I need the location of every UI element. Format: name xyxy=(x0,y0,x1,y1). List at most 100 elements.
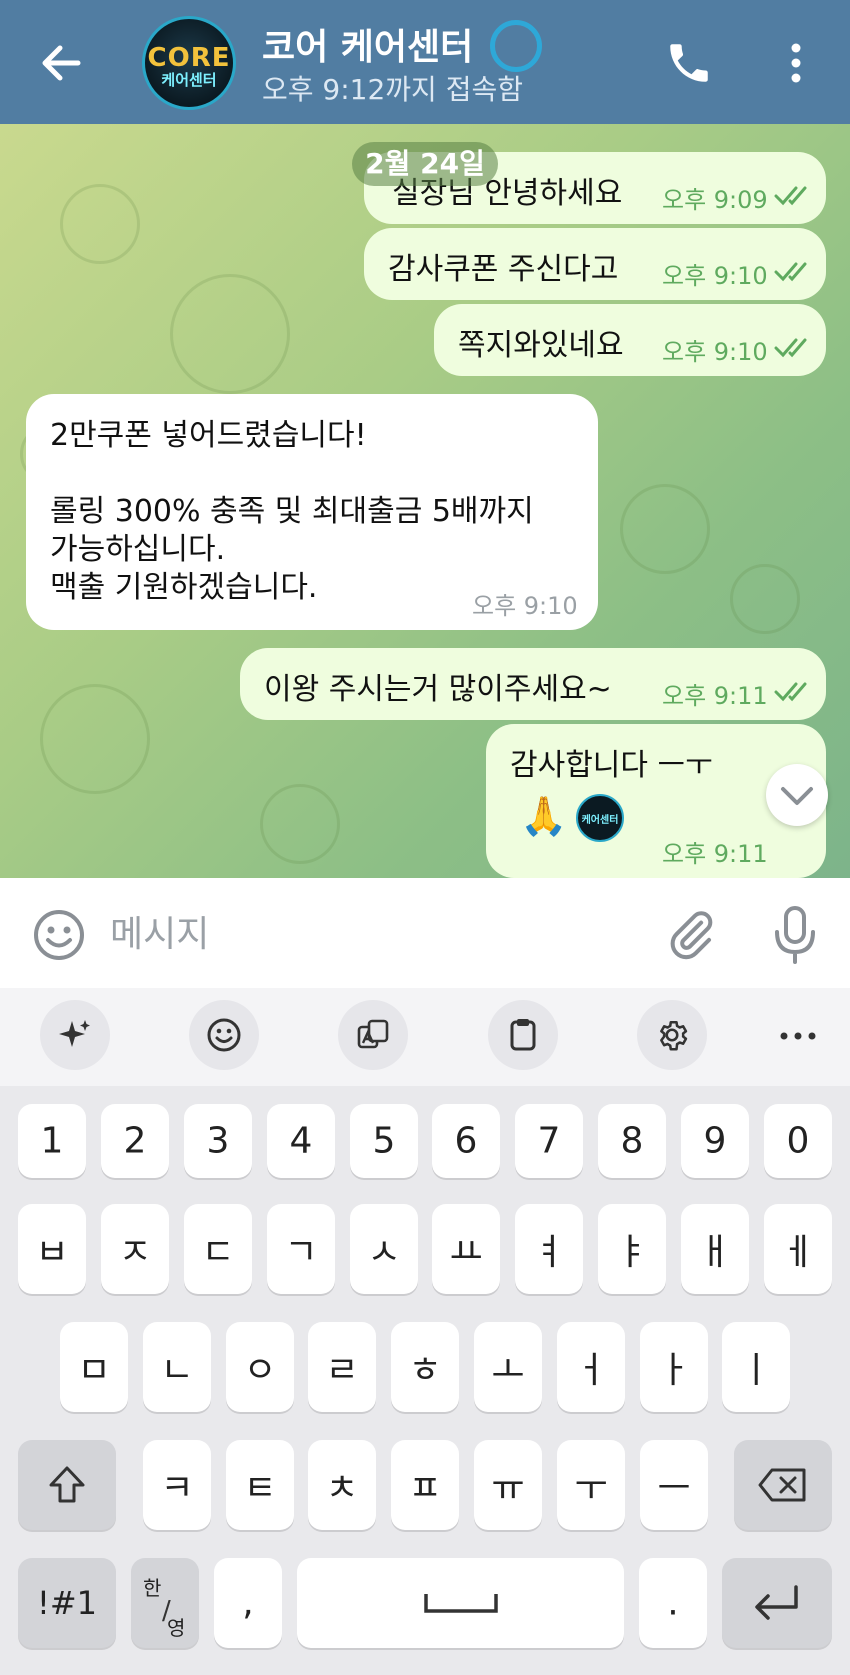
key-yeo[interactable]: ㅕ xyxy=(515,1204,583,1294)
key-label: 1 xyxy=(40,1120,64,1162)
key-i[interactable]: ㅣ xyxy=(722,1322,790,1412)
symbols-key[interactable]: !#1 xyxy=(18,1558,116,1648)
key-6[interactable]: 6 xyxy=(432,1104,500,1178)
scroll-down-button[interactable] xyxy=(766,764,828,826)
key-siot[interactable]: ㅅ xyxy=(350,1204,418,1294)
message-time: 오후 9:09 xyxy=(662,186,768,214)
toolbar-more-button[interactable] xyxy=(776,1016,820,1056)
key-label: !#1 xyxy=(37,1584,97,1622)
key-yo[interactable]: ㅛ xyxy=(432,1204,500,1294)
clipboard-button[interactable] xyxy=(488,1000,558,1070)
more-icon xyxy=(780,1032,816,1040)
translate-button[interactable] xyxy=(338,1000,408,1070)
more-menu-button[interactable] xyxy=(776,38,816,88)
space-key[interactable] xyxy=(297,1558,624,1648)
key-ya[interactable]: ㅑ xyxy=(598,1204,666,1294)
key-a[interactable]: ㅏ xyxy=(640,1322,708,1412)
message-input[interactable] xyxy=(110,906,630,962)
message-bubble-outgoing[interactable]: 이왕 주시는거 많이주세요~ 오후 9:11 xyxy=(240,648,826,720)
key-digeut[interactable]: ㄷ xyxy=(184,1204,252,1294)
key-7[interactable]: 7 xyxy=(515,1104,583,1178)
key-jieut[interactable]: ㅈ xyxy=(101,1204,169,1294)
back-button[interactable] xyxy=(36,38,86,88)
key-label: ㅁ xyxy=(77,1350,111,1391)
key-nieun[interactable]: ㄴ xyxy=(143,1322,211,1412)
key-label: ㅗ xyxy=(491,1350,525,1391)
key-ae[interactable]: ㅐ xyxy=(681,1204,749,1294)
sticker-logo-text: 케어센터 xyxy=(581,815,619,826)
emoji-keyboard-button[interactable] xyxy=(189,1000,259,1070)
key-8[interactable]: 8 xyxy=(598,1104,666,1178)
key-label: ㅊ xyxy=(325,1468,359,1509)
key-label: ㅍ xyxy=(408,1468,442,1509)
keyboard-settings-button[interactable] xyxy=(637,1000,707,1070)
key-label: ㅔ xyxy=(781,1232,815,1273)
key-label: ㅂ xyxy=(35,1232,69,1273)
keyboard: 1 2 3 4 5 6 7 8 9 0 ㅂ ㅈ ㄷ ㄱ ㅅ ㅛ ㅕ ㅑ ㅐ ㅔ … xyxy=(0,1086,850,1675)
call-button[interactable] xyxy=(664,38,714,88)
key-4[interactable]: 4 xyxy=(267,1104,335,1178)
message-bubble-outgoing[interactable]: 감사쿠폰 주신다고 오후 9:10 xyxy=(364,228,826,300)
enter-key[interactable] xyxy=(722,1558,832,1648)
key-9[interactable]: 9 xyxy=(681,1104,749,1178)
key-label: ㅡ xyxy=(657,1468,691,1509)
key-eu[interactable]: ㅡ xyxy=(640,1440,708,1530)
key-u[interactable]: ㅜ xyxy=(557,1440,625,1530)
key-tieut[interactable]: ㅌ xyxy=(226,1440,294,1530)
key-label: ㄱ xyxy=(284,1232,318,1273)
microphone-button[interactable] xyxy=(770,904,820,966)
key-1[interactable]: 1 xyxy=(18,1104,86,1178)
key-label: 6 xyxy=(454,1120,478,1162)
key-pieup[interactable]: ㅍ xyxy=(391,1440,459,1530)
key-label: ㅌ xyxy=(243,1468,277,1509)
key-rieul[interactable]: ㄹ xyxy=(308,1322,376,1412)
double-check-icon xyxy=(774,338,807,358)
attach-button[interactable] xyxy=(664,906,718,964)
chat-title[interactable]: 코어 케어센터 xyxy=(262,18,473,70)
key-eo[interactable]: ㅓ xyxy=(557,1322,625,1412)
space-icon xyxy=(424,1594,498,1613)
ring-icon xyxy=(490,20,542,72)
key-o[interactable]: ㅗ xyxy=(474,1322,542,1412)
message-text: 맥출 기원하겠습니다. xyxy=(50,570,318,605)
message-bubble-incoming[interactable]: 2만쿠폰 넣어드렸습니다! 롤링 300% 충족 및 최대출금 5배까지 가능하… xyxy=(26,394,598,630)
key-yu[interactable]: ㅠ xyxy=(474,1440,542,1530)
shift-key[interactable] xyxy=(18,1440,116,1530)
ai-sparkle-button[interactable] xyxy=(40,1000,110,1070)
period-key[interactable]: . xyxy=(639,1558,707,1648)
emoji-button[interactable] xyxy=(32,908,86,962)
background-doodle xyxy=(40,684,150,794)
key-hieut[interactable]: ㅎ xyxy=(391,1322,459,1412)
key-0[interactable]: 0 xyxy=(764,1104,832,1178)
key-bieup[interactable]: ㅂ xyxy=(18,1204,86,1294)
key-label: ㄷ xyxy=(201,1232,235,1273)
key-label: ㅋ xyxy=(160,1468,194,1509)
key-3[interactable]: 3 xyxy=(184,1104,252,1178)
key-e[interactable]: ㅔ xyxy=(764,1204,832,1294)
language-switch-key[interactable]: 한 / 영 xyxy=(131,1558,199,1648)
backspace-key[interactable] xyxy=(734,1440,832,1530)
paperclip-icon xyxy=(670,911,713,960)
key-2[interactable]: 2 xyxy=(101,1104,169,1178)
smiley-icon xyxy=(34,910,84,960)
sparkle-icon xyxy=(59,1020,90,1047)
message-input-bar xyxy=(0,878,850,988)
key-label: 8 xyxy=(620,1120,644,1162)
message-time: 오후 9:11 xyxy=(662,682,768,710)
key-ieung[interactable]: ㅇ xyxy=(226,1322,294,1412)
key-kieuk[interactable]: ㅋ xyxy=(143,1440,211,1530)
key-label: ㄹ xyxy=(325,1350,359,1391)
key-giyeok[interactable]: ㄱ xyxy=(267,1204,335,1294)
key-label: ㄴ xyxy=(160,1350,194,1391)
key-5[interactable]: 5 xyxy=(350,1104,418,1178)
avatar[interactable]: CORE 케어센터 xyxy=(142,16,236,110)
comma-key[interactable]: , xyxy=(214,1558,282,1648)
shift-icon xyxy=(49,1466,85,1503)
keyboard-toolbar xyxy=(0,988,850,1086)
key-mieum[interactable]: ㅁ xyxy=(60,1322,128,1412)
message-time: 오후 9:11 xyxy=(662,840,768,868)
key-label: . xyxy=(667,1582,679,1624)
chat-area[interactable]: 실장님 안녕하세요 오후 9:09 2월 24일 감사쿠폰 주신다고 오후 9:… xyxy=(0,124,850,878)
message-bubble-outgoing[interactable]: 쪽지와있네요 오후 9:10 xyxy=(434,304,826,376)
key-chieut[interactable]: ㅊ xyxy=(308,1440,376,1530)
